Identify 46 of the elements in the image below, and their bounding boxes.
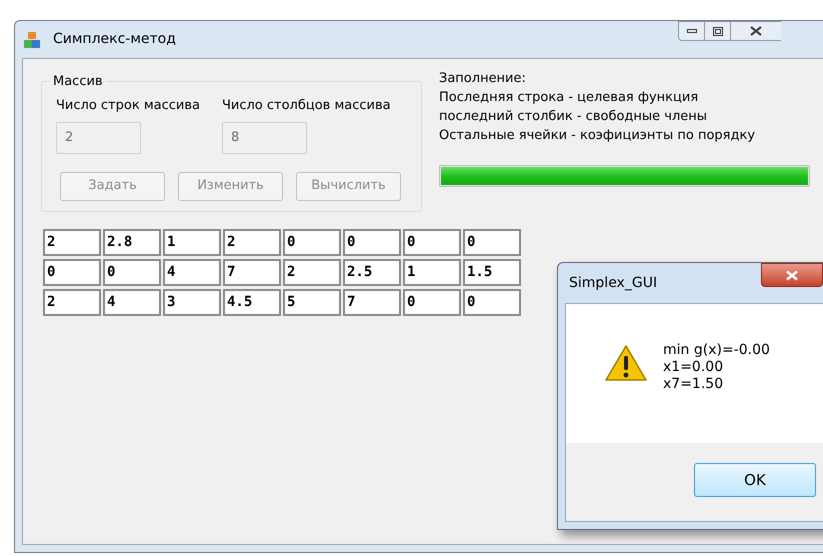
grid-cell[interactable]: 2 [283, 259, 341, 286]
grid-cell[interactable]: 1.5 [463, 259, 521, 286]
grid-cell[interactable]: 0 [463, 229, 521, 256]
dialog-title: Simplex_GUI [569, 274, 658, 292]
grid-cell[interactable]: 0 [103, 259, 161, 286]
window-title: Симплекс-метод [53, 30, 176, 49]
field-label: Число строк массива [56, 97, 200, 115]
field-label: Число столбцов массива [222, 97, 391, 115]
ok-button[interactable]: OK [694, 463, 816, 497]
grid-cell[interactable]: 4 [163, 259, 221, 286]
info-text: последний столбик - свободные члены [439, 108, 708, 126]
grid-cell[interactable]: 3 [163, 289, 221, 316]
grid-cell[interactable]: 0 [283, 229, 341, 256]
message-text: min g(x)=-0.00 [663, 342, 770, 359]
minimize-button[interactable] [678, 21, 705, 41]
app-icon [23, 30, 41, 48]
grid-cell[interactable]: 7 [223, 259, 281, 286]
grid-cell[interactable]: 5 [283, 289, 341, 316]
grid-cell[interactable]: 0 [403, 229, 461, 256]
message-text: x7=1.50 [663, 376, 724, 393]
grid-cell[interactable]: 4.5 [223, 289, 281, 316]
grid-cell[interactable]: 2 [43, 229, 101, 256]
close-button[interactable] [731, 21, 781, 41]
close-icon [750, 26, 762, 36]
maximize-icon [712, 26, 722, 36]
grid-cell[interactable]: 2 [223, 229, 281, 256]
grid-cell[interactable]: 4 [103, 289, 161, 316]
minimize-icon [686, 29, 696, 33]
grid-cell[interactable]: 7 [343, 289, 401, 316]
close-button[interactable] [761, 263, 823, 287]
info-text: Остальные ячейки - коэфициэнты по порядку [439, 127, 756, 145]
grid-cell[interactable]: 1 [403, 259, 461, 286]
warning-icon [604, 344, 648, 382]
maximize-button[interactable] [705, 21, 731, 41]
grid-cell[interactable]: 0 [463, 289, 521, 316]
close-icon [785, 270, 799, 280]
grid-cell[interactable]: 0 [43, 259, 101, 286]
grid-cell[interactable]: 1 [163, 229, 221, 256]
grid-cell[interactable]: 2.8 [103, 229, 161, 256]
info-text: Последняя строка - целевая функция [439, 89, 700, 107]
grid-cell[interactable]: 2 [43, 289, 101, 316]
grid-cell[interactable]: 0 [403, 289, 461, 316]
info-text: Заполнение: [439, 70, 527, 88]
grid-cell[interactable]: 0 [343, 229, 401, 256]
message-text: x1=0.00 [663, 359, 724, 376]
grid-cell[interactable]: 2.5 [343, 259, 401, 286]
